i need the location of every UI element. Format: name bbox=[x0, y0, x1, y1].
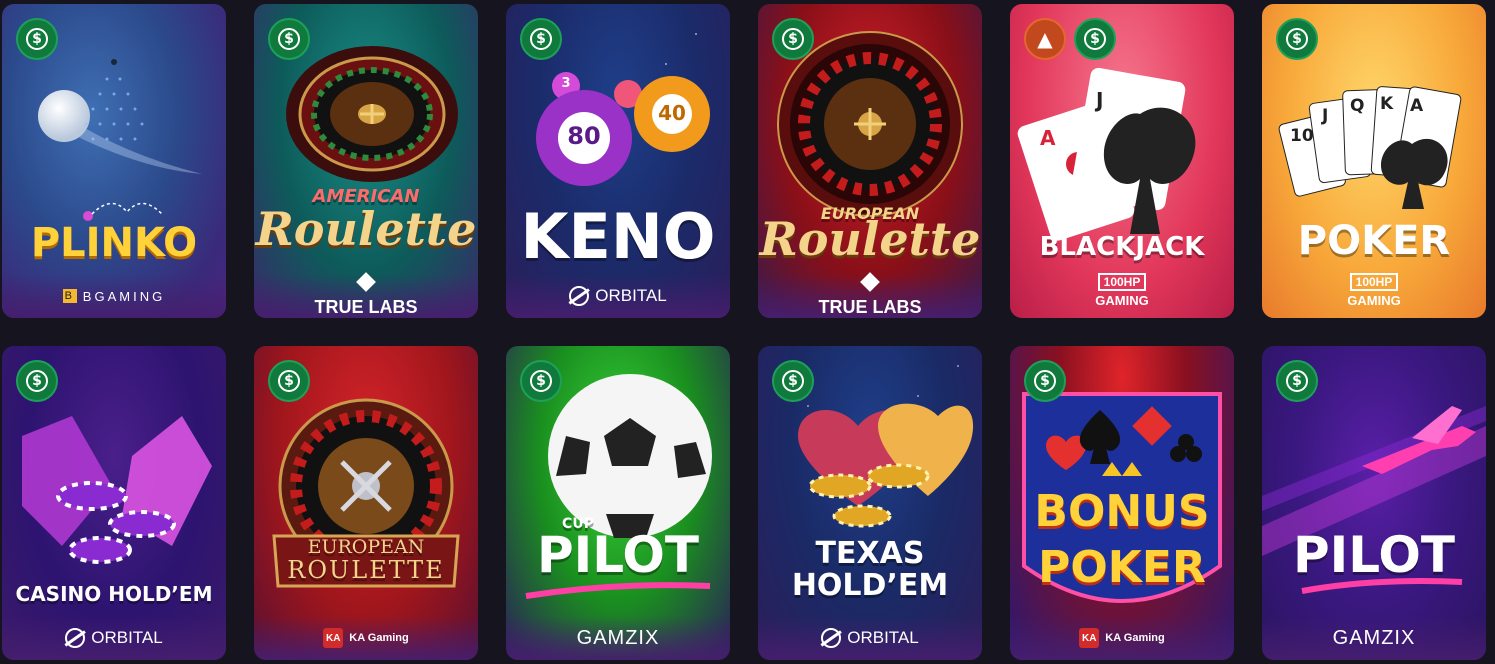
card-label: A bbox=[1410, 96, 1424, 116]
provider-logo: KA KA Gaming bbox=[254, 616, 478, 660]
game-title: PLINKO bbox=[30, 220, 198, 266]
card-label: 10 bbox=[1290, 126, 1314, 146]
game-subtitle: BONUS bbox=[1034, 486, 1210, 537]
game-title: KENO bbox=[520, 200, 716, 273]
provider-name: KA Gaming bbox=[349, 632, 409, 644]
bgaming-icon: B bbox=[62, 289, 77, 303]
provider-name: ORBITAL bbox=[91, 628, 163, 647]
card-label: A bbox=[1040, 126, 1056, 150]
provider-logo: 100HP GAMING bbox=[1262, 262, 1486, 318]
dollar-icon: $ bbox=[772, 360, 814, 402]
card-label: Q bbox=[1350, 96, 1365, 116]
provider-logo: ORBITAL bbox=[758, 616, 982, 660]
provider-name: ORBITAL bbox=[847, 628, 919, 647]
card-label: J bbox=[1322, 106, 1329, 126]
game-card-poker[interactable]: 10 J Q K A $ POKER 100HP GAMING bbox=[1262, 4, 1486, 318]
provider-name: ORBITAL bbox=[595, 286, 667, 305]
provider-logo: GAMZIX bbox=[1262, 616, 1486, 660]
provider-name: GAMING bbox=[1095, 292, 1149, 308]
dollar-icon: $ bbox=[268, 18, 310, 60]
game-title: ROULETTE bbox=[287, 556, 445, 584]
ball-label: 40 bbox=[658, 101, 686, 125]
game-card-casino-holdem[interactable]: $ CASINO HOLD’EM ORBITAL bbox=[2, 346, 226, 660]
badges: $ bbox=[1276, 18, 1318, 60]
provider-name: GAMING bbox=[1347, 292, 1401, 308]
game-title: HOLD’EM bbox=[791, 568, 949, 603]
badges: $ bbox=[772, 18, 814, 60]
provider-name: GAMZIX bbox=[576, 626, 660, 649]
dollar-icon: $ bbox=[1024, 360, 1066, 402]
provider-logo: TRUE LABS bbox=[758, 271, 982, 318]
fire-icon: ▲ bbox=[1024, 18, 1066, 60]
ball-label: 80 bbox=[567, 122, 601, 150]
ka-gaming-icon: KA bbox=[323, 628, 344, 648]
game-card-plinko[interactable]: $ PLINKO B BGAMING bbox=[2, 4, 226, 318]
badges: ▲ $ bbox=[1024, 18, 1116, 60]
game-title: Roulette bbox=[759, 212, 981, 266]
game-card-european-roulette[interactable]: $ EUROPEAN Roulette TRUE LABS bbox=[758, 4, 982, 318]
badges: $ bbox=[520, 18, 562, 60]
provider-logo: 100HP GAMING bbox=[1010, 262, 1234, 318]
games-grid: $ PLINKO B BGAMING $ AMERICAN Roulette T… bbox=[2, 4, 1488, 664]
provider-logo: KA KA Gaming bbox=[1010, 616, 1234, 660]
dollar-icon: $ bbox=[1276, 360, 1318, 402]
game-card-texas-holdem[interactable]: $ TEXAS HOLD’EM ORBITAL bbox=[758, 346, 982, 660]
provider-name: TRUE LABS bbox=[818, 296, 922, 317]
badges: $ bbox=[16, 18, 58, 60]
game-title: CASINO HOLD’EM bbox=[15, 582, 213, 606]
dollar-icon: $ bbox=[520, 18, 562, 60]
orbital-icon bbox=[65, 628, 86, 648]
game-title: Roulette bbox=[255, 202, 477, 256]
dollar-icon: $ bbox=[1074, 18, 1116, 60]
orbital-icon bbox=[569, 286, 590, 306]
dollar-icon: $ bbox=[520, 360, 562, 402]
ka-gaming-icon: KA bbox=[1079, 628, 1100, 648]
badges: $ bbox=[268, 18, 310, 60]
dollar-icon: $ bbox=[1276, 18, 1318, 60]
game-title: POKER bbox=[1297, 218, 1451, 264]
diamond-icon bbox=[356, 271, 376, 292]
badges: $ bbox=[16, 360, 58, 402]
game-title: POKER bbox=[1038, 542, 1206, 593]
provider-name: GAMZIX bbox=[1332, 626, 1416, 649]
game-card-pilot[interactable]: $ PILOT GAMZIX bbox=[1262, 346, 1486, 660]
game-subtitle: EUROPEAN bbox=[307, 536, 425, 558]
provider-logo: ORBITAL bbox=[506, 274, 730, 318]
diamond-icon bbox=[860, 271, 880, 292]
badges: $ bbox=[772, 360, 814, 402]
game-card-european-roulette-ka[interactable]: $ EUROPEAN ROULETTE KA KA Gaming bbox=[254, 346, 478, 660]
badges: $ bbox=[1276, 360, 1318, 402]
provider-badge: 100HP bbox=[1097, 272, 1147, 291]
badges: $ bbox=[1024, 360, 1066, 402]
game-title: PILOT bbox=[1293, 526, 1455, 584]
dollar-icon: $ bbox=[268, 360, 310, 402]
dollar-icon: $ bbox=[772, 18, 814, 60]
orbital-icon bbox=[821, 628, 842, 648]
provider-name: KA Gaming bbox=[1105, 632, 1165, 644]
badges: $ bbox=[268, 360, 310, 402]
ball-label: 3 bbox=[561, 76, 571, 91]
game-title: PILOT bbox=[537, 526, 699, 584]
game-card-cup-pilot[interactable]: $ CUP PILOT GAMZIX bbox=[506, 346, 730, 660]
provider-badge: 100HP bbox=[1349, 272, 1399, 291]
game-card-blackjack[interactable]: A J ▲ $ BLACKJACK 100HP GAMING bbox=[1010, 4, 1234, 318]
game-title: BLACKJACK bbox=[1039, 232, 1205, 262]
provider-name: TRUE LABS bbox=[314, 296, 418, 317]
provider-logo: TRUE LABS bbox=[254, 271, 478, 318]
provider-name: BGAMING bbox=[82, 288, 166, 304]
game-card-american-roulette[interactable]: $ AMERICAN Roulette TRUE LABS bbox=[254, 4, 478, 318]
badges: $ bbox=[520, 360, 562, 402]
card-label: K bbox=[1380, 94, 1394, 114]
dollar-icon: $ bbox=[16, 360, 58, 402]
card-label: J bbox=[1096, 88, 1104, 112]
provider-logo: GAMZIX bbox=[506, 616, 730, 660]
provider-logo: B BGAMING bbox=[2, 274, 226, 318]
game-subtitle: TEXAS bbox=[815, 536, 925, 571]
game-card-keno[interactable]: 80 40 3 $ KENO ORBITAL bbox=[506, 4, 730, 318]
provider-logo: ORBITAL bbox=[2, 616, 226, 660]
dollar-icon: $ bbox=[16, 18, 58, 60]
game-card-bonus-poker[interactable]: $ BONUS POKER KA KA Gaming bbox=[1010, 346, 1234, 660]
